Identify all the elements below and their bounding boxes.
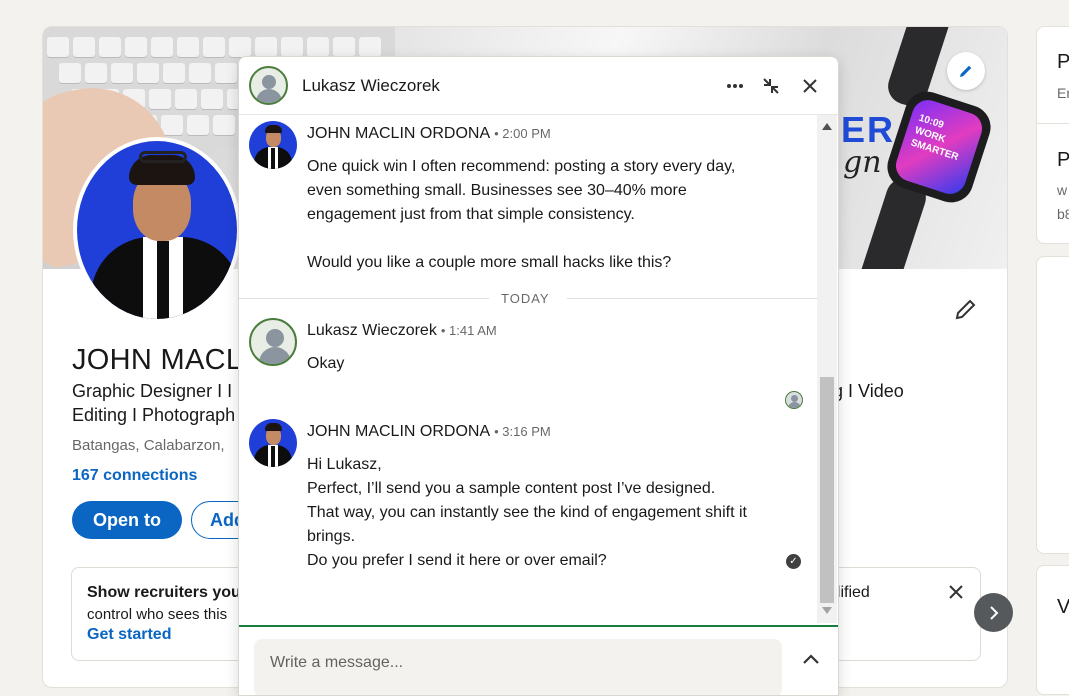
message-time: • 1:41 AM <box>440 323 497 338</box>
message-text: Hi Lukasz, Perfect, I’ll send you a samp… <box>307 456 747 569</box>
chat-contact-name[interactable]: Lukasz Wieczorek <box>302 76 440 96</box>
open-to-button[interactable]: Open to <box>72 501 182 539</box>
close-icon <box>803 79 817 93</box>
message-text: One quick win I often recommend: posting… <box>307 158 736 271</box>
right-rail-card-profile-language[interactable]: P Er P w b8 <box>1036 26 1069 244</box>
message-sender: JOHN MACLIN ORDONA • 2:00 PM <box>307 125 551 143</box>
chevron-right-icon <box>989 605 998 620</box>
pencil-icon <box>960 65 972 77</box>
message-composer[interactable] <box>254 639 782 695</box>
scroll-up-arrow-icon[interactable] <box>822 123 832 130</box>
banner-script-text: gn <box>843 145 882 180</box>
dismiss-recruiter-button[interactable] <box>944 580 968 604</box>
edit-profile-button[interactable] <box>949 292 983 326</box>
carousel-next-button[interactable] <box>974 593 1013 632</box>
expand-composer-button[interactable] <box>797 645 825 673</box>
profile-headline-tail: g I Video <box>833 381 904 401</box>
chat-header[interactable]: Lukasz Wieczorek <box>239 57 838 115</box>
connections-link[interactable]: 167 connections <box>72 467 197 485</box>
chat-contact-avatar[interactable] <box>249 66 288 105</box>
message-time: • 2:00 PM <box>494 126 551 141</box>
recruiter-prompt-body: control who sees this <box>87 606 228 623</box>
message-text: Okay <box>307 355 345 372</box>
watch-face-text: 10:09 WORK SMARTER <box>891 95 987 199</box>
recruiter-prompt-title: Show recruiters you' <box>87 584 245 601</box>
get-started-link[interactable]: Get started <box>87 626 171 644</box>
sent-check-icon: ✓ <box>786 554 801 569</box>
message-time: • 3:16 PM <box>494 424 551 439</box>
chat-close-button[interactable] <box>797 73 823 99</box>
pencil-icon <box>955 299 976 320</box>
chat-options-button[interactable] <box>722 73 748 99</box>
minimize-icon <box>763 78 779 94</box>
rail-item1-sub: Er <box>1057 85 1069 101</box>
chat-message-list[interactable]: JOHN MACLIN ORDONA • 2:00 PM One quick wi… <box>239 115 817 623</box>
scroll-down-arrow-icon[interactable] <box>822 607 832 614</box>
scrollbar-thumb[interactable] <box>820 377 834 603</box>
sender-avatar[interactable] <box>249 419 297 467</box>
message-sender: Lukasz Wieczorek • 1:41 AM <box>307 322 497 340</box>
right-rail-card-ad <box>1036 256 1069 554</box>
profile-name: JOHN MACLI <box>72 344 251 376</box>
chat-window: Lukasz Wieczorek JOHN MACLIN ORDONA • 2:0… <box>238 56 839 696</box>
message-input[interactable] <box>268 653 748 673</box>
message-sender: JOHN MACLIN ORDONA • 3:16 PM <box>307 423 551 441</box>
read-receipt-avatar <box>785 391 803 409</box>
message-sender-name[interactable]: JOHN MACLIN ORDONA <box>307 125 490 142</box>
profile-location: Batangas, Calabarzon, <box>72 437 225 454</box>
rail-item1-title: P <box>1057 51 1069 73</box>
more-icon <box>727 84 743 88</box>
message-sender-name[interactable]: JOHN MACLIN ORDONA <box>307 423 490 440</box>
day-divider-label: TODAY <box>501 291 550 306</box>
chat-minimize-button[interactable] <box>758 73 784 99</box>
chat-scrollbar[interactable] <box>817 115 837 623</box>
edit-banner-button[interactable] <box>947 52 985 90</box>
right-rail-card-viewers: V <box>1036 565 1069 695</box>
close-icon <box>949 585 963 599</box>
sender-avatar[interactable] <box>249 121 297 169</box>
chevron-up-icon <box>803 654 819 664</box>
day-divider: TODAY <box>239 291 817 307</box>
sender-avatar[interactable] <box>249 318 297 366</box>
message-sender-name[interactable]: Lukasz Wieczorek <box>307 322 437 339</box>
rail-item2-sub2: b8 <box>1057 206 1069 222</box>
composer-focus-line <box>239 625 838 627</box>
rail-item2-sub1: w <box>1057 182 1068 198</box>
rail-item3-title: V <box>1057 596 1069 618</box>
rail-item2-title: P <box>1057 149 1069 171</box>
profile-photo[interactable] <box>73 137 241 323</box>
